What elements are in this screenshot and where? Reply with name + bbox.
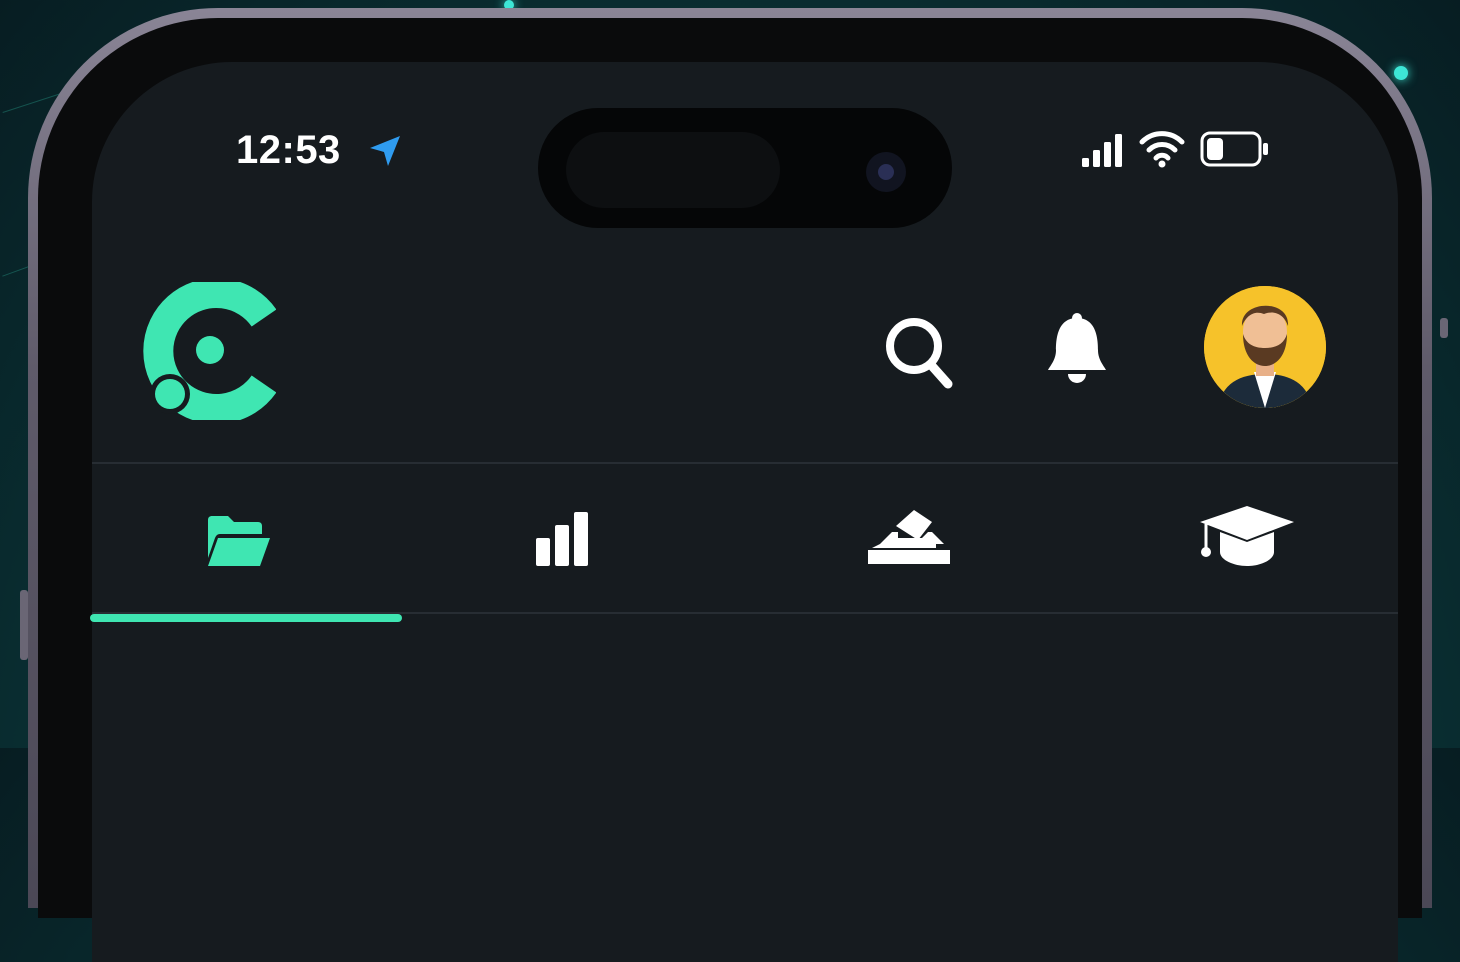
folder-open-icon — [208, 516, 270, 566]
background-glow-dot — [1394, 66, 1408, 80]
ballot-box-icon — [868, 510, 950, 564]
header-divider — [92, 462, 1398, 464]
active-tab-indicator — [90, 614, 402, 622]
location-arrow-icon — [370, 136, 400, 166]
graduation-cap-icon — [1200, 506, 1294, 566]
phone-side-button — [20, 590, 28, 660]
tab-learning[interactable] — [1092, 480, 1404, 610]
bar-chart-icon — [536, 512, 588, 566]
battery-icon — [1200, 131, 1268, 167]
tab-voting[interactable] — [756, 480, 1068, 610]
avatar-person-icon — [1204, 286, 1326, 408]
wifi-icon — [1139, 131, 1185, 168]
tab-folders[interactable] — [90, 480, 402, 610]
front-camera — [866, 152, 906, 192]
tab-stats[interactable] — [406, 480, 718, 610]
user-avatar[interactable] — [1204, 286, 1326, 408]
signal-bars-icon — [1082, 134, 1122, 167]
app-logo-icon[interactable] — [140, 282, 276, 420]
dynamic-island-sensor — [566, 132, 780, 208]
status-bar-time: 12:53 — [236, 128, 341, 172]
bell-icon[interactable] — [1044, 312, 1110, 386]
search-icon[interactable] — [884, 314, 954, 390]
phone-side-button — [1440, 318, 1448, 338]
